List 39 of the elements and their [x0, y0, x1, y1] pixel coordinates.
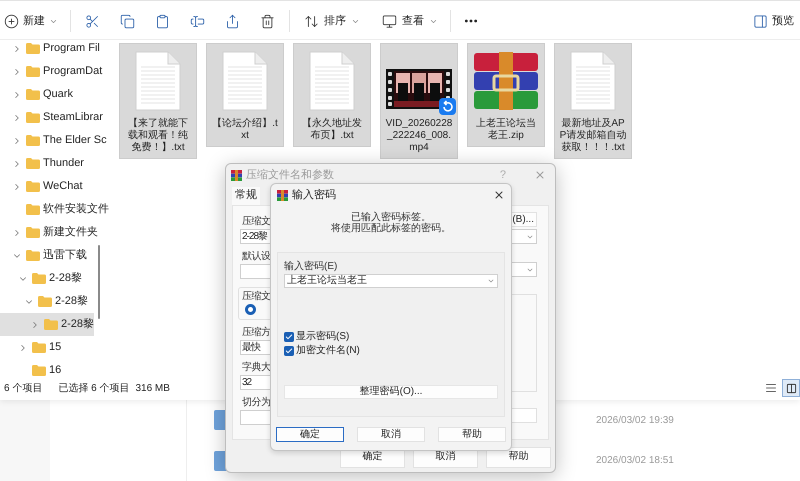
folder-label: Program Fil: [43, 41, 100, 56]
window-title: 输入密码: [292, 188, 336, 203]
selection-count: 已选择 6 个项目: [58, 382, 130, 396]
date-text: 2026/03/02 19:39: [596, 414, 674, 428]
folder-label: Thunder: [43, 156, 84, 172]
file-name: 【永久地址发布页】.txt: [301, 118, 363, 142]
folder-label: Quark: [43, 87, 73, 102]
selection-size: 316 MB: [135, 382, 170, 396]
folder-label: WeChat: [43, 179, 83, 194]
checkbox-label: 显示密码(S): [296, 331, 350, 342]
checkbox-label: 加密文件名(N): [296, 345, 360, 356]
folder-label: 新建文件夹: [43, 224, 98, 240]
folder-label: The Elder Sc: [43, 133, 107, 148]
folder-label: 16: [49, 363, 62, 378]
date-text: 2026/03/02 18:51: [596, 454, 674, 468]
file-name: 上老王论坛当老王.zip: [475, 118, 537, 142]
message-text: 已输入密码标签。: [351, 212, 431, 223]
folder-label: SteamLibrar: [43, 110, 103, 126]
folder-label: 2-28黎: [55, 294, 88, 310]
field-label: 压缩文: [242, 216, 270, 227]
folder-label: 2-28黎: [61, 317, 94, 332]
item-count: 6 个项目: [4, 382, 42, 396]
message-text: 将使用匹配此标签的密码。: [331, 223, 451, 234]
field-label: 切分为: [242, 397, 270, 408]
folder-label: 2-28黎: [49, 271, 82, 286]
file-name: 最新地址及APP请发邮箱自动获取！！！.txt: [558, 118, 628, 154]
folder-label: ProgramDat: [43, 64, 102, 80]
window-title: 压缩文件名和参数: [246, 168, 334, 183]
folder-label: 15: [49, 340, 62, 356]
file-name: 【论坛介绍】.txt: [211, 118, 279, 142]
folder-label: 软件安装文件: [43, 202, 109, 218]
field-label: 字典大: [242, 362, 270, 373]
field-label: 输入密码(E): [284, 261, 338, 272]
field-label: 压缩方: [242, 327, 270, 338]
folder-label: 迅雷下载: [43, 248, 87, 264]
group-label: 压缩文: [242, 291, 270, 302]
field-label: 默认设: [242, 251, 270, 262]
file-name: VID_20260228_222246_008.mp4: [384, 118, 454, 154]
file-name: 【来了就能下载和观看！纯免费！】.txt: [127, 118, 189, 154]
